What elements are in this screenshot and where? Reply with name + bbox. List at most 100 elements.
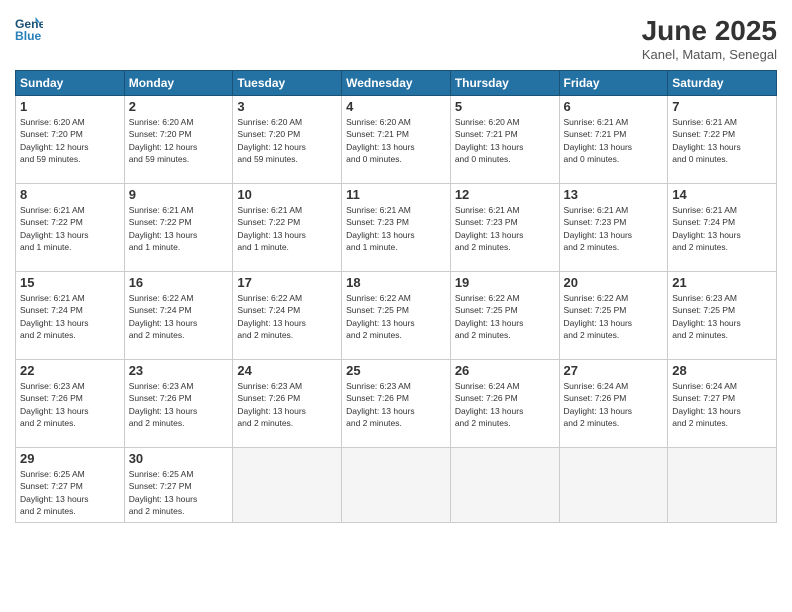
calendar-day-cell: 3 Sunrise: 6:20 AMSunset: 7:20 PMDaylight…: [233, 96, 342, 184]
calendar-day-cell: 15Sunrise: 6:21 AMSunset: 7:24 PMDayligh…: [16, 272, 125, 360]
day-info: Sunrise: 6:21 AMSunset: 7:21 PMDaylight:…: [564, 116, 664, 165]
calendar-day-cell: [233, 448, 342, 523]
day-info: Sunrise: 6:24 AMSunset: 7:26 PMDaylight:…: [455, 380, 555, 429]
calendar-day-cell: 19Sunrise: 6:22 AMSunset: 7:25 PMDayligh…: [450, 272, 559, 360]
calendar-day-cell: [559, 448, 668, 523]
day-info: Sunrise: 6:22 AMSunset: 7:25 PMDaylight:…: [455, 292, 555, 341]
day-info: Sunrise: 6:24 AMSunset: 7:27 PMDaylight:…: [672, 380, 772, 429]
day-number: 17: [237, 275, 337, 290]
day-number: 11: [346, 187, 446, 202]
calendar-day-cell: 11 Sunrise: 6:21 AMSunset: 7:23 PMDayligh…: [342, 184, 451, 272]
calendar-day-cell: 30 Sunrise: 6:25 AMSunset: 7:27 PMDayligh…: [124, 448, 233, 523]
day-info: Sunrise: 6:23 AMSunset: 7:25 PMDaylight:…: [672, 292, 772, 341]
calendar-day-cell: 6Sunrise: 6:21 AMSunset: 7:21 PMDaylight…: [559, 96, 668, 184]
title-block: June 2025 Kanel, Matam, Senegal: [642, 15, 777, 62]
day-number: 28: [672, 363, 772, 378]
calendar-week-row: 15Sunrise: 6:21 AMSunset: 7:24 PMDayligh…: [16, 272, 777, 360]
calendar-week-row: 8 Sunrise: 6:21 AMSunset: 7:22 PMDaylight…: [16, 184, 777, 272]
day-info: Sunrise: 6:23 AMSunset: 7:26 PMDaylight:…: [237, 380, 337, 429]
calendar-day-cell: 23 Sunrise: 6:23 AMSunset: 7:26 PMDayligh…: [124, 360, 233, 448]
calendar-day-cell: 10 Sunrise: 6:21 AMSunset: 7:22 PMDayligh…: [233, 184, 342, 272]
day-info: Sunrise: 6:23 AMSunset: 7:26 PMDaylight:…: [346, 380, 446, 429]
day-number: 16: [129, 275, 229, 290]
calendar-day-cell: 20Sunrise: 6:22 AMSunset: 7:25 PMDayligh…: [559, 272, 668, 360]
calendar-day-cell: 21 Sunrise: 6:23 AMSunset: 7:25 PMDayligh…: [668, 272, 777, 360]
day-info: Sunrise: 6:23 AMSunset: 7:26 PMDaylight:…: [129, 380, 229, 429]
col-thursday: Thursday: [450, 71, 559, 96]
day-number: 3: [237, 99, 337, 114]
calendar-day-cell: 7Sunrise: 6:21 AMSunset: 7:22 PMDaylight…: [668, 96, 777, 184]
day-number: 23: [129, 363, 229, 378]
day-number: 2: [129, 99, 229, 114]
day-number: 8: [20, 187, 120, 202]
logo-icon: General Blue: [15, 15, 43, 43]
header: General Blue June 2025 Kanel, Matam, Sen…: [15, 15, 777, 62]
calendar-title: June 2025: [642, 15, 777, 47]
col-monday: Monday: [124, 71, 233, 96]
calendar-day-cell: [450, 448, 559, 523]
calendar-day-cell: 2 Sunrise: 6:20 AMSunset: 7:20 PMDaylight…: [124, 96, 233, 184]
day-info: Sunrise: 6:21 AMSunset: 7:22 PMDaylight:…: [129, 204, 229, 253]
day-number: 9: [129, 187, 229, 202]
day-info: Sunrise: 6:23 AMSunset: 7:26 PMDaylight:…: [20, 380, 120, 429]
calendar-day-cell: 24 Sunrise: 6:23 AMSunset: 7:26 PMDayligh…: [233, 360, 342, 448]
day-info: Sunrise: 6:21 AMSunset: 7:22 PMDaylight:…: [237, 204, 337, 253]
calendar-day-cell: 17Sunrise: 6:22 AMSunset: 7:24 PMDayligh…: [233, 272, 342, 360]
page: General Blue June 2025 Kanel, Matam, Sen…: [0, 0, 792, 612]
calendar-week-row: 29 Sunrise: 6:25 AMSunset: 7:27 PMDayligh…: [16, 448, 777, 523]
day-number: 25: [346, 363, 446, 378]
calendar-day-cell: 13Sunrise: 6:21 AMSunset: 7:23 PMDayligh…: [559, 184, 668, 272]
day-info: Sunrise: 6:20 AMSunset: 7:20 PMDaylight:…: [237, 116, 337, 165]
day-info: Sunrise: 6:21 AMSunset: 7:24 PMDaylight:…: [20, 292, 120, 341]
col-sunday: Sunday: [16, 71, 125, 96]
calendar-day-cell: 5 Sunrise: 6:20 AMSunset: 7:21 PMDaylight…: [450, 96, 559, 184]
logo: General Blue: [15, 15, 43, 43]
calendar-day-cell: 27Sunrise: 6:24 AMSunset: 7:26 PMDayligh…: [559, 360, 668, 448]
day-info: Sunrise: 6:21 AMSunset: 7:23 PMDaylight:…: [455, 204, 555, 253]
day-info: Sunrise: 6:22 AMSunset: 7:25 PMDaylight:…: [346, 292, 446, 341]
day-number: 30: [129, 451, 229, 466]
col-saturday: Saturday: [668, 71, 777, 96]
day-info: Sunrise: 6:22 AMSunset: 7:24 PMDaylight:…: [129, 292, 229, 341]
calendar-table: Sunday Monday Tuesday Wednesday Thursday…: [15, 70, 777, 523]
calendar-day-cell: 9 Sunrise: 6:21 AMSunset: 7:22 PMDaylight…: [124, 184, 233, 272]
day-number: 1: [20, 99, 120, 114]
svg-text:Blue: Blue: [15, 29, 42, 43]
day-info: Sunrise: 6:20 AMSunset: 7:21 PMDaylight:…: [455, 116, 555, 165]
day-info: Sunrise: 6:21 AMSunset: 7:24 PMDaylight:…: [672, 204, 772, 253]
day-number: 27: [564, 363, 664, 378]
day-number: 21: [672, 275, 772, 290]
header-row: Sunday Monday Tuesday Wednesday Thursday…: [16, 71, 777, 96]
day-number: 5: [455, 99, 555, 114]
day-info: Sunrise: 6:25 AMSunset: 7:27 PMDaylight:…: [20, 468, 120, 517]
calendar-day-cell: 1 Sunrise: 6:20 AMSunset: 7:20 PMDaylight…: [16, 96, 125, 184]
day-info: Sunrise: 6:25 AMSunset: 7:27 PMDaylight:…: [129, 468, 229, 517]
calendar-day-cell: 4 Sunrise: 6:20 AMSunset: 7:21 PMDaylight…: [342, 96, 451, 184]
col-friday: Friday: [559, 71, 668, 96]
calendar-week-row: 22 Sunrise: 6:23 AMSunset: 7:26 PMDayligh…: [16, 360, 777, 448]
day-number: 26: [455, 363, 555, 378]
day-info: Sunrise: 6:20 AMSunset: 7:20 PMDaylight:…: [20, 116, 120, 165]
calendar-day-cell: 22 Sunrise: 6:23 AMSunset: 7:26 PMDayligh…: [16, 360, 125, 448]
day-info: Sunrise: 6:21 AMSunset: 7:23 PMDaylight:…: [564, 204, 664, 253]
calendar-day-cell: 25 Sunrise: 6:23 AMSunset: 7:26 PMDayligh…: [342, 360, 451, 448]
day-number: 10: [237, 187, 337, 202]
calendar-day-cell: 18 Sunrise: 6:22 AMSunset: 7:25 PMDayligh…: [342, 272, 451, 360]
col-wednesday: Wednesday: [342, 71, 451, 96]
calendar-day-cell: 29 Sunrise: 6:25 AMSunset: 7:27 PMDayligh…: [16, 448, 125, 523]
calendar-day-cell: 28 Sunrise: 6:24 AMSunset: 7:27 PMDayligh…: [668, 360, 777, 448]
calendar-day-cell: [668, 448, 777, 523]
calendar-day-cell: 14Sunrise: 6:21 AMSunset: 7:24 PMDayligh…: [668, 184, 777, 272]
calendar-day-cell: [342, 448, 451, 523]
day-info: Sunrise: 6:20 AMSunset: 7:21 PMDaylight:…: [346, 116, 446, 165]
day-number: 24: [237, 363, 337, 378]
day-number: 12: [455, 187, 555, 202]
day-number: 22: [20, 363, 120, 378]
day-number: 18: [346, 275, 446, 290]
day-number: 20: [564, 275, 664, 290]
day-info: Sunrise: 6:21 AMSunset: 7:23 PMDaylight:…: [346, 204, 446, 253]
calendar-subtitle: Kanel, Matam, Senegal: [642, 47, 777, 62]
day-number: 4: [346, 99, 446, 114]
day-number: 29: [20, 451, 120, 466]
day-info: Sunrise: 6:20 AMSunset: 7:20 PMDaylight:…: [129, 116, 229, 165]
